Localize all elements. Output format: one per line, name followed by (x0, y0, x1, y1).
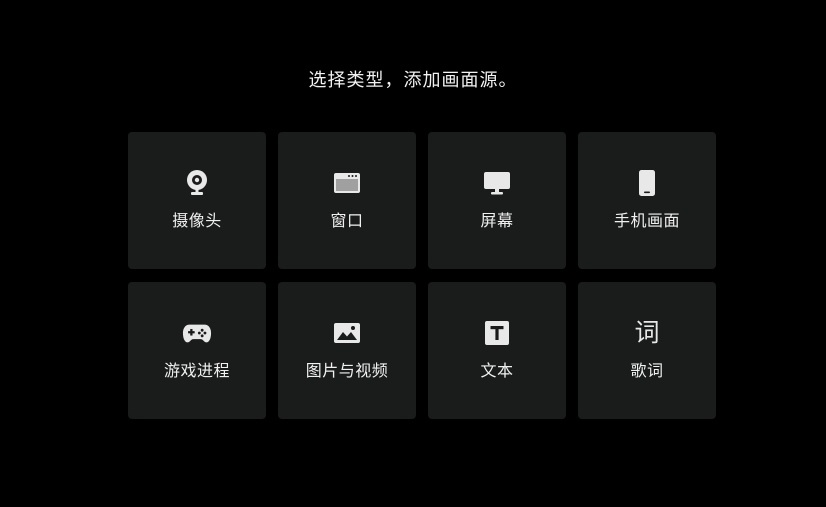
add-source-panel: 选择类型，添加画面源。 摄像头 窗口 屏幕 手机画面 游戏进程 图片与视频 文本… (0, 0, 826, 507)
source-tile-window[interactable]: 窗口 (278, 132, 416, 269)
webcam-icon (182, 168, 212, 198)
source-tile-label: 手机画面 (613, 211, 680, 230)
source-tile-game[interactable]: 游戏进程 (128, 282, 266, 419)
source-tile-webcam[interactable]: 摄像头 (128, 132, 266, 269)
lyrics-icon: 词 (632, 318, 662, 348)
source-tile-label: 屏幕 (480, 211, 514, 230)
source-tile-lyrics[interactable]: 词 歌词 (578, 282, 716, 419)
source-tile-label: 游戏进程 (163, 361, 230, 380)
source-tile-phone[interactable]: 手机画面 (578, 132, 716, 269)
monitor-icon (482, 168, 512, 198)
source-tile-text[interactable]: 文本 (428, 282, 566, 419)
source-tile-screen[interactable]: 屏幕 (428, 132, 566, 269)
lyrics-glyph: 词 (634, 318, 660, 347)
image-icon (332, 318, 362, 348)
window-icon (332, 168, 362, 198)
source-tile-label: 歌词 (630, 361, 664, 380)
phone-icon (632, 168, 662, 198)
source-tile-image-video[interactable]: 图片与视频 (278, 282, 416, 419)
text-icon (482, 318, 512, 348)
source-tile-label: 摄像头 (172, 211, 222, 230)
source-type-grid: 摄像头 窗口 屏幕 手机画面 游戏进程 图片与视频 文本 词 歌词 (128, 132, 716, 419)
gamepad-icon (182, 318, 212, 348)
page-title: 选择类型，添加画面源。 (308, 70, 518, 91)
source-tile-label: 文本 (480, 361, 514, 380)
source-tile-label: 图片与视频 (305, 361, 389, 380)
source-tile-label: 窗口 (330, 211, 364, 230)
